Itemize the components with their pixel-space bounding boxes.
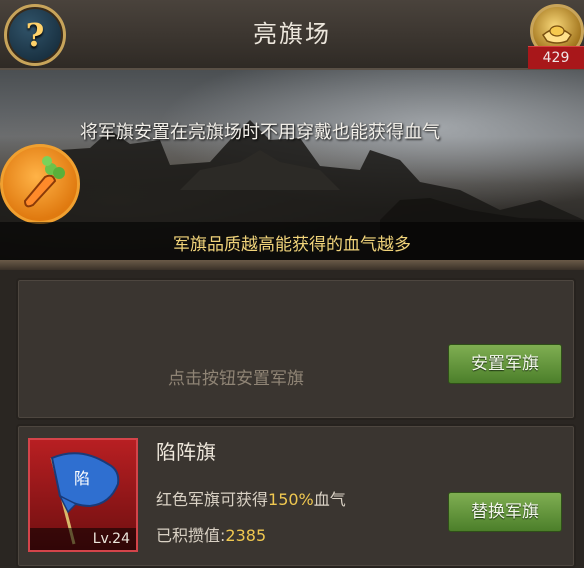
divider [0,260,584,270]
carrot-icon [0,144,80,224]
page-title: 亮旗场 [253,20,331,48]
banner-description: 将军旗安置在亮旗场时不用穿戴也能获得血气 [80,122,440,143]
flag-card[interactable]: 陷 Lv.24 [28,438,138,552]
flag-bonus-suffix: 血气 [313,490,346,509]
flag-bonus-text: 红色军旗可获得150%血气 [156,486,346,510]
flag-char: 陷 [74,469,90,488]
flag-bonus-value: 150% [268,490,314,509]
gold-count: 429 [528,46,584,69]
flag-bonus-prefix: 红色军旗可获得 [156,490,269,509]
top-bar: ? 亮旗场 429 [0,0,584,70]
flag-level: Lv.24 [30,528,136,550]
flag-slot: 陷 Lv.24 陷阵旗 红色军旗可获得150%血气 已积攒值:2385 替换军旗 [16,424,576,568]
replace-flag-button[interactable]: 替换军旗 [448,492,562,532]
arena-banner: 将军旗安置在亮旗场时不用穿戴也能获得血气 军旗品质越高能获得的血气越多 [0,70,584,260]
flag-name: 陷阵旗 [156,440,216,464]
flag-score-value: 2385 [225,526,267,545]
gold-currency-button[interactable]: 429 [528,0,584,72]
banner-tip: 军旗品质越高能获得的血气越多 [173,235,411,255]
empty-flag-slot: 点击按钮安置军旗 安置军旗 [16,278,576,420]
empty-slot-hint: 点击按钮安置军旗 [168,369,304,389]
flag-score-label: 已积攒值: [156,526,226,545]
flag-score: 已积攒值:2385 [156,522,266,546]
place-flag-button[interactable]: 安置军旗 [448,344,562,384]
